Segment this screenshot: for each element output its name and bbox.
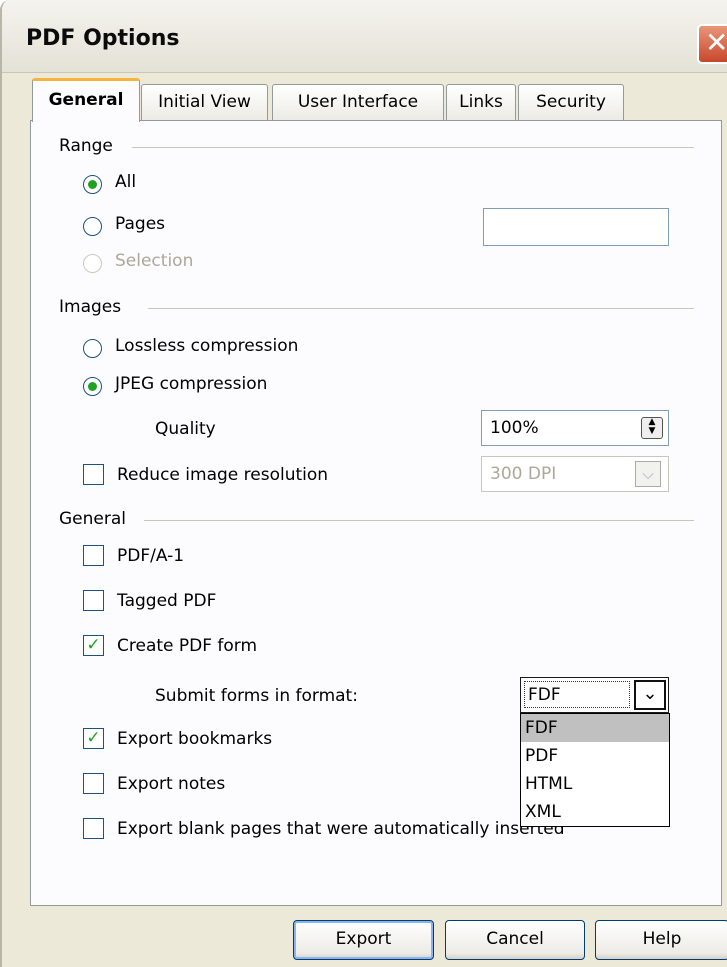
images-heading: Images	[59, 297, 122, 317]
lossless-radio[interactable]	[83, 339, 102, 358]
pdf-options-dialog: PDF Options ✕ General Initial View User …	[0, 0, 727, 967]
help-button[interactable]: Help	[595, 920, 727, 960]
range-heading: Range	[59, 136, 113, 156]
export-bookmarks-label[interactable]: Export bookmarks	[117, 729, 272, 749]
range-all-radio[interactable]	[83, 175, 102, 194]
format-option-pdf[interactable]: PDF	[521, 742, 669, 770]
create-form-checkbox[interactable]: ✓	[83, 635, 104, 656]
tab-general[interactable]: General	[32, 78, 140, 122]
quality-label: Quality	[155, 419, 216, 439]
format-option-html[interactable]: HTML	[521, 770, 669, 798]
lossless-label[interactable]: Lossless compression	[115, 336, 298, 356]
export-notes-checkbox[interactable]	[83, 773, 104, 794]
format-option-xml[interactable]: XML	[521, 798, 669, 826]
chevron-down-icon[interactable]: ⌄	[634, 680, 666, 710]
general-divider	[144, 520, 694, 521]
jpeg-radio[interactable]	[83, 377, 102, 396]
tab-user-interface[interactable]: User Interface	[272, 84, 444, 120]
jpeg-label[interactable]: JPEG compression	[115, 374, 267, 394]
close-icon[interactable]: ✕	[697, 24, 727, 64]
reduce-resolution-label[interactable]: Reduce image resolution	[117, 465, 328, 485]
export-bookmarks-checkbox[interactable]: ✓	[83, 728, 104, 749]
format-dropdown-list: FDF PDF HTML XML	[520, 713, 670, 827]
images-divider	[148, 308, 694, 309]
chevron-down-icon: ⌵	[635, 461, 661, 487]
submit-format-label: Submit forms in format:	[155, 686, 358, 706]
range-selection-radio	[83, 254, 102, 273]
tagged-pdf-label[interactable]: Tagged PDF	[117, 591, 216, 611]
submit-format-select[interactable]: FDF ⌄	[520, 677, 669, 713]
export-blank-pages-checkbox[interactable]	[83, 818, 104, 839]
range-divider	[132, 147, 694, 148]
quality-spinner[interactable]: ▲ ▼	[641, 417, 663, 439]
cancel-button[interactable]: Cancel	[445, 920, 585, 960]
reduce-resolution-checkbox[interactable]	[83, 464, 104, 485]
export-button[interactable]: Export	[293, 920, 434, 960]
range-all-label[interactable]: All	[115, 172, 136, 192]
range-selection-label: Selection	[115, 251, 194, 271]
export-blank-pages-label[interactable]: Export blank pages that were automatical…	[117, 819, 565, 839]
create-form-label[interactable]: Create PDF form	[117, 636, 257, 656]
tab-initial-view[interactable]: Initial View	[141, 84, 268, 120]
general-heading: General	[59, 509, 126, 529]
submit-format-value: FDF	[524, 681, 630, 708]
dialog-title: PDF Options	[26, 26, 180, 51]
format-option-fdf[interactable]: FDF	[521, 714, 669, 742]
range-pages-radio[interactable]	[83, 217, 102, 236]
pages-input[interactable]	[483, 208, 669, 246]
range-pages-label[interactable]: Pages	[115, 214, 165, 234]
tagged-pdf-checkbox[interactable]	[83, 590, 104, 611]
pdfa-checkbox[interactable]	[83, 545, 104, 566]
pdfa-label[interactable]: PDF/A-1	[117, 546, 184, 566]
title-bar: PDF Options ✕	[2, 0, 727, 73]
tab-security[interactable]: Security	[518, 84, 624, 120]
tab-links[interactable]: Links	[446, 84, 516, 120]
export-notes-label[interactable]: Export notes	[117, 774, 225, 794]
